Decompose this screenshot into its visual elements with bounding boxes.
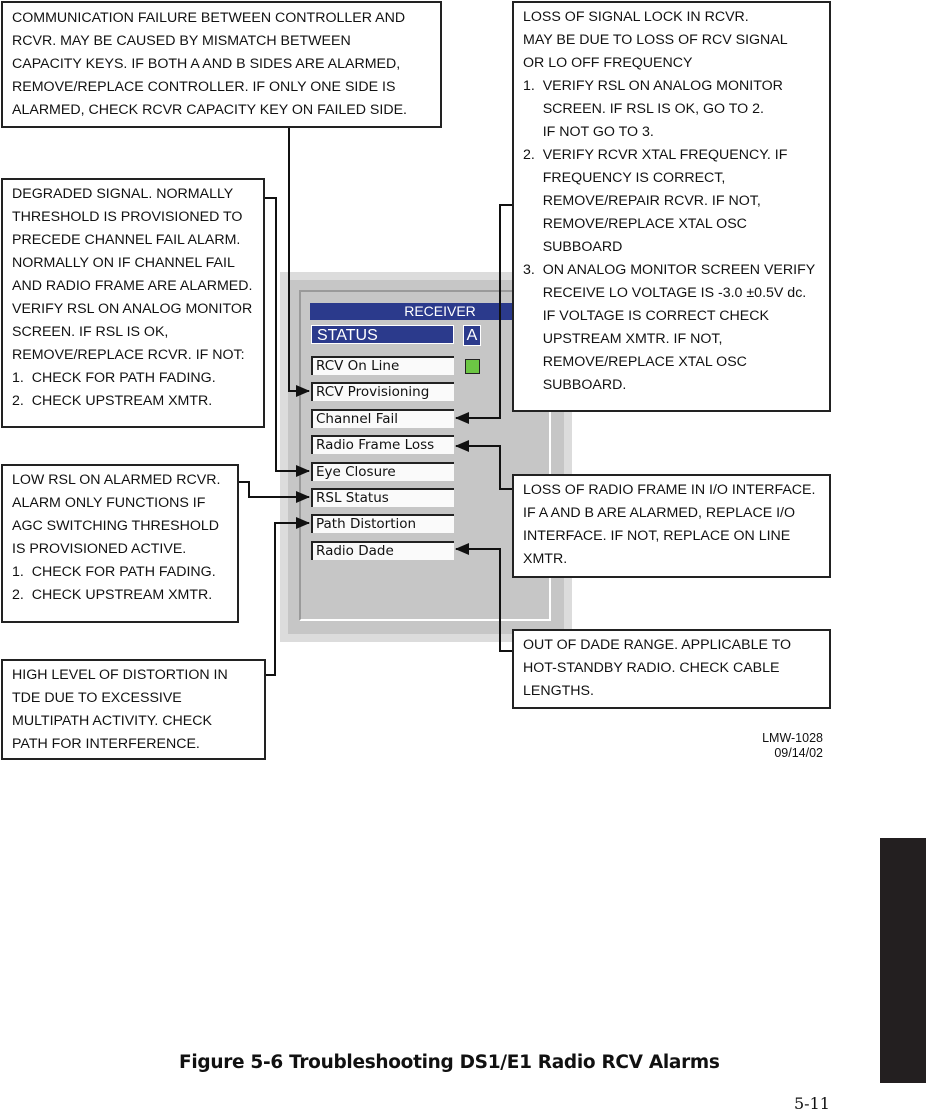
connector-rcv-provisioning [288,128,310,397]
drawing-date: 09/14/02 [774,746,823,760]
connector-radio-frame-loss [455,440,512,490]
connector-rsl-status [239,481,310,503]
connector-channel-fail [455,204,512,424]
connector-path-distortion [266,517,310,676]
page-number: 5-11 [794,1094,830,1110]
figure-caption: Figure 5-6 Troubleshooting DS1/E1 Radio … [179,1052,720,1073]
connector-radio-dade [455,543,512,652]
drawing-code: LMW-1028 09/14/02 [762,731,823,761]
document-page: RECEIVER STATUS A RCV On Line RCV Provis… [0,0,926,1110]
connector-eye-closure [265,197,310,477]
connector-lines [239,128,512,676]
drawing-number: LMW-1028 [762,731,823,745]
section-tab [880,838,926,1083]
